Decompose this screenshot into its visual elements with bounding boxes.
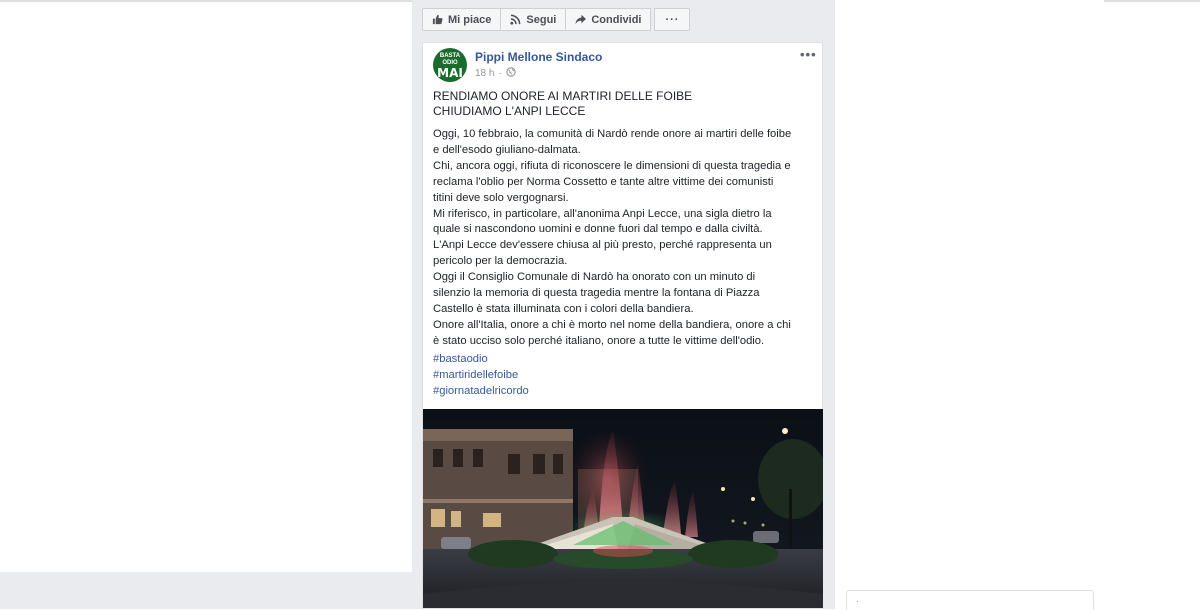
post-timestamp[interactable]: 18 h — [475, 68, 494, 79]
body-line: Mi riferisco, in particolare, all'anonim… — [433, 207, 772, 220]
more-options-button[interactable]: ··· — [654, 8, 691, 31]
meta-separator: · — [498, 68, 502, 79]
body-line: Oggi, 10 febbraio, la comunità di Nardò … — [433, 128, 792, 140]
post-photo[interactable] — [423, 409, 823, 608]
share-arrow-icon — [575, 14, 587, 25]
avatar-logo: BASTA ODIO MAI — [433, 48, 467, 82]
page-action-toolbar: Mi piace Segui Condividi ··· — [422, 8, 691, 31]
page-avatar[interactable]: BASTA ODIO MAI — [433, 48, 467, 82]
body-line: Castello è stata illuminata con i colori… — [433, 302, 694, 315]
globe-icon[interactable] — [506, 67, 516, 80]
post-author-link[interactable]: Pippi Mellone Sindaco — [475, 50, 602, 64]
post-body: Oggi, 10 febbraio, la comunità di Nardò … — [433, 127, 817, 350]
post-options-button[interactable]: ••• — [800, 47, 817, 62]
post-card: BASTA ODIO MAI Pippi Mellone Sindaco 18 … — [422, 42, 823, 609]
body-line: pericolo per la democrazia. — [433, 255, 568, 268]
headline-line: RENDIAMO ONORE AI MARTIRI DELLE FOIBE — [433, 89, 693, 103]
sidebar-card-marker: · — [856, 596, 859, 606]
left-column-footer — [0, 572, 412, 609]
post-meta: 18 h · — [475, 67, 516, 80]
thumbs-up-icon — [432, 14, 443, 25]
body-line: quale si nascondono uomini e donne fuori… — [433, 223, 763, 236]
body-line: silenzio la memoria di questa tragedia m… — [433, 287, 760, 300]
rss-icon — [510, 14, 521, 25]
like-page-label: Mi piace — [448, 13, 492, 26]
body-line: Oggi il Consiglio Comunale di Nardò ha o… — [433, 271, 756, 284]
top-divider-right — [1104, 0, 1200, 2]
body-line: e dell'esodo giuliano-dalmata. — [433, 143, 581, 156]
body-line: L'Anpi Lecce dev'essere chiusa al più pr… — [433, 239, 772, 252]
avatar-logo-main-text: MAI — [437, 66, 463, 80]
hashtag-list: #bastaodio #martiridellefoibe #giornatad… — [433, 352, 529, 400]
right-sidebar — [834, 0, 1105, 609]
body-line: titini deve solo vergognarsi. — [433, 191, 569, 204]
share-page-label: Condividi — [591, 13, 642, 26]
avatar-logo-top-text: BASTA ODIO — [439, 53, 461, 66]
follow-page-label: Segui — [526, 13, 557, 26]
sidebar-card: · — [846, 590, 1094, 610]
share-page-button[interactable]: Condividi — [565, 8, 652, 31]
body-line: è stato ucciso solo perché italiano, ono… — [433, 334, 765, 347]
body-line: reclama l'oblio per Norma Cossetto e tan… — [433, 175, 774, 188]
like-page-button[interactable]: Mi piace — [422, 8, 502, 31]
fountain-night-photo — [423, 409, 823, 608]
post-headline: RENDIAMO ONORE AI MARTIRI DELLE FOIBE CH… — [433, 89, 692, 119]
body-line: Chi, ancora oggi, rifiuta di riconoscere… — [433, 159, 791, 172]
headline-line: CHIUDIAMO L'ANPI LECCE — [433, 104, 586, 118]
follow-page-button[interactable]: Segui — [500, 8, 567, 31]
hashtag-link[interactable]: #martiridellefoibe — [433, 368, 529, 384]
body-line: Onore all'Italia, onore a chi è morto ne… — [433, 318, 791, 331]
top-divider-left — [0, 0, 412, 2]
hashtag-link[interactable]: #bastaodio — [433, 352, 529, 368]
more-options-label: ··· — [665, 13, 680, 26]
hashtag-link[interactable]: #giornatadelricordo — [433, 384, 529, 400]
